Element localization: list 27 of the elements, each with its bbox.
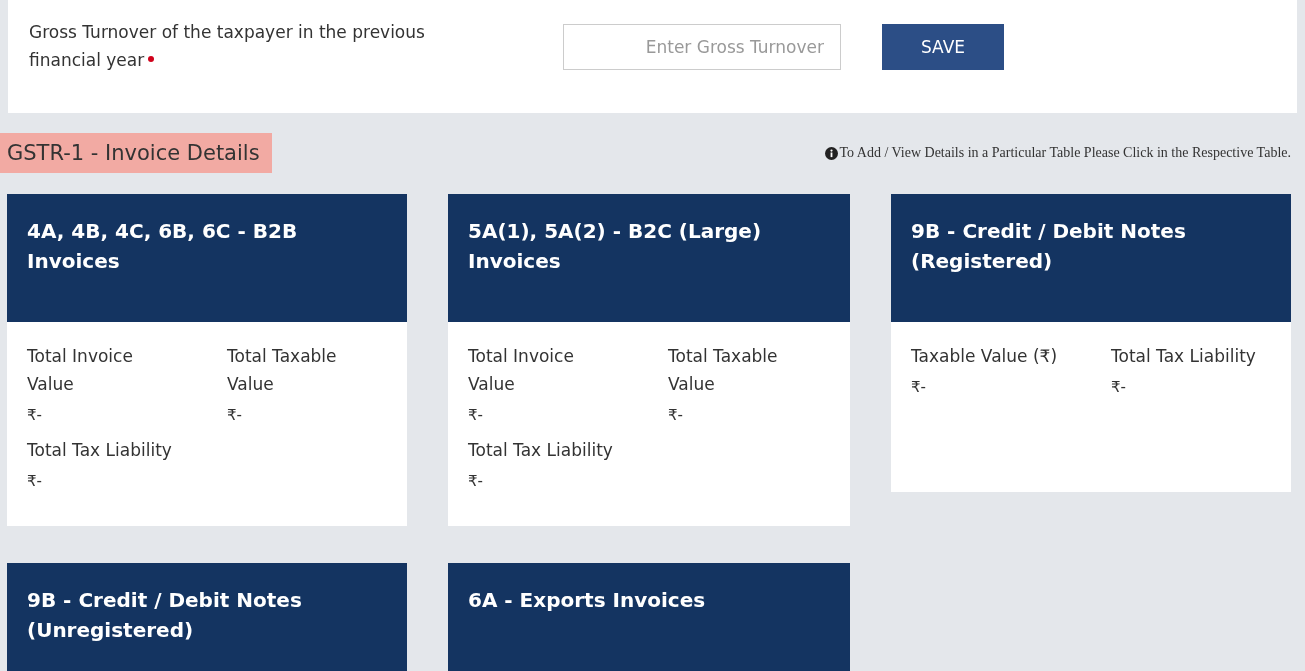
info-note: To Add / View Details in a Particular Table Please Click in the Respective Table. xyxy=(839,145,1291,161)
field-value: ₹- xyxy=(227,405,243,426)
field-label: Total Taxable Value xyxy=(668,345,779,396)
turnover-label: Gross Turnover of the taxpayer in the previous financial year xyxy=(29,21,425,70)
section-title: GSTR-1 - Invoice Details xyxy=(0,133,272,173)
field-value: ₹- xyxy=(468,405,484,426)
card-header[interactable]: 9B - Credit / Debit Notes (Registered) xyxy=(891,194,1291,322)
turnover-input[interactable]: Enter Gross Turnover xyxy=(563,23,841,70)
card-header[interactable]: 9B - Credit / Debit Notes (Unregistered) xyxy=(7,563,407,671)
save-button[interactable]: SAVE xyxy=(882,23,1004,70)
field-value: ₹- xyxy=(27,405,43,426)
field-label: Total Tax Liability xyxy=(1111,345,1257,368)
field-value: ₹- xyxy=(668,405,684,426)
field-label: Total Invoice Value xyxy=(468,345,575,396)
field-value: ₹- xyxy=(468,471,484,492)
field-value: ₹- xyxy=(27,471,43,492)
field-label: Taxable Value (₹) xyxy=(911,345,1058,368)
field-label: Total Invoice Value xyxy=(27,345,134,396)
field-label: Total Tax Liability xyxy=(468,439,614,462)
field-value: ₹- xyxy=(911,377,927,398)
card-header[interactable]: 5A(1), 5A(2) - B2C (Large) Invoices xyxy=(448,194,850,322)
field-label: Total Tax Liability xyxy=(27,439,173,462)
info-icon xyxy=(824,146,838,160)
field-value: ₹- xyxy=(1111,377,1127,398)
card-header[interactable]: 4A, 4B, 4C, 6B, 6C - B2B Invoices xyxy=(7,194,407,322)
card-header[interactable]: 6A - Exports Invoices xyxy=(448,563,850,671)
field-label: Total Taxable Value xyxy=(227,345,338,396)
